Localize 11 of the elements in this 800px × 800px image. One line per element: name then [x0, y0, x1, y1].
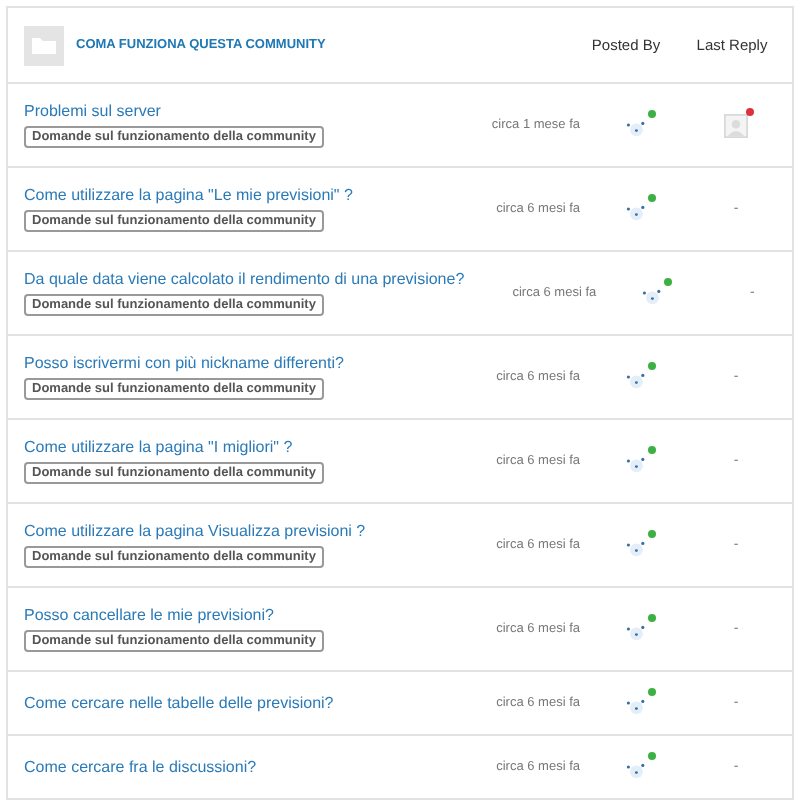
topic-link[interactable]: Posso iscrivermi con più nickname differenti? [24, 354, 344, 372]
topic-link[interactable]: Posso cancellare le mie previsioni? [24, 606, 274, 624]
folder-icon [24, 25, 64, 65]
topic-link[interactable]: Come cercare nelle tabelle delle previsioni? [24, 694, 334, 712]
avatar-placeholder-icon [724, 113, 748, 137]
topic-link[interactable]: Da quale data viene calcolato il rendimento di una previsione? [24, 270, 465, 288]
topic-link[interactable]: Come utilizzare la pagina Visualizza previsioni ? [24, 522, 366, 540]
topic-link[interactable]: Come utilizzare la pagina "Le mie previsioni" ? [24, 186, 353, 204]
topic-link[interactable]: Problemi sul server [24, 102, 161, 120]
topic-link[interactable]: Come utilizzare la pagina "I migliori" ? [24, 438, 293, 456]
topic-link[interactable]: Come cercare fra le discussioni? [24, 758, 257, 776]
